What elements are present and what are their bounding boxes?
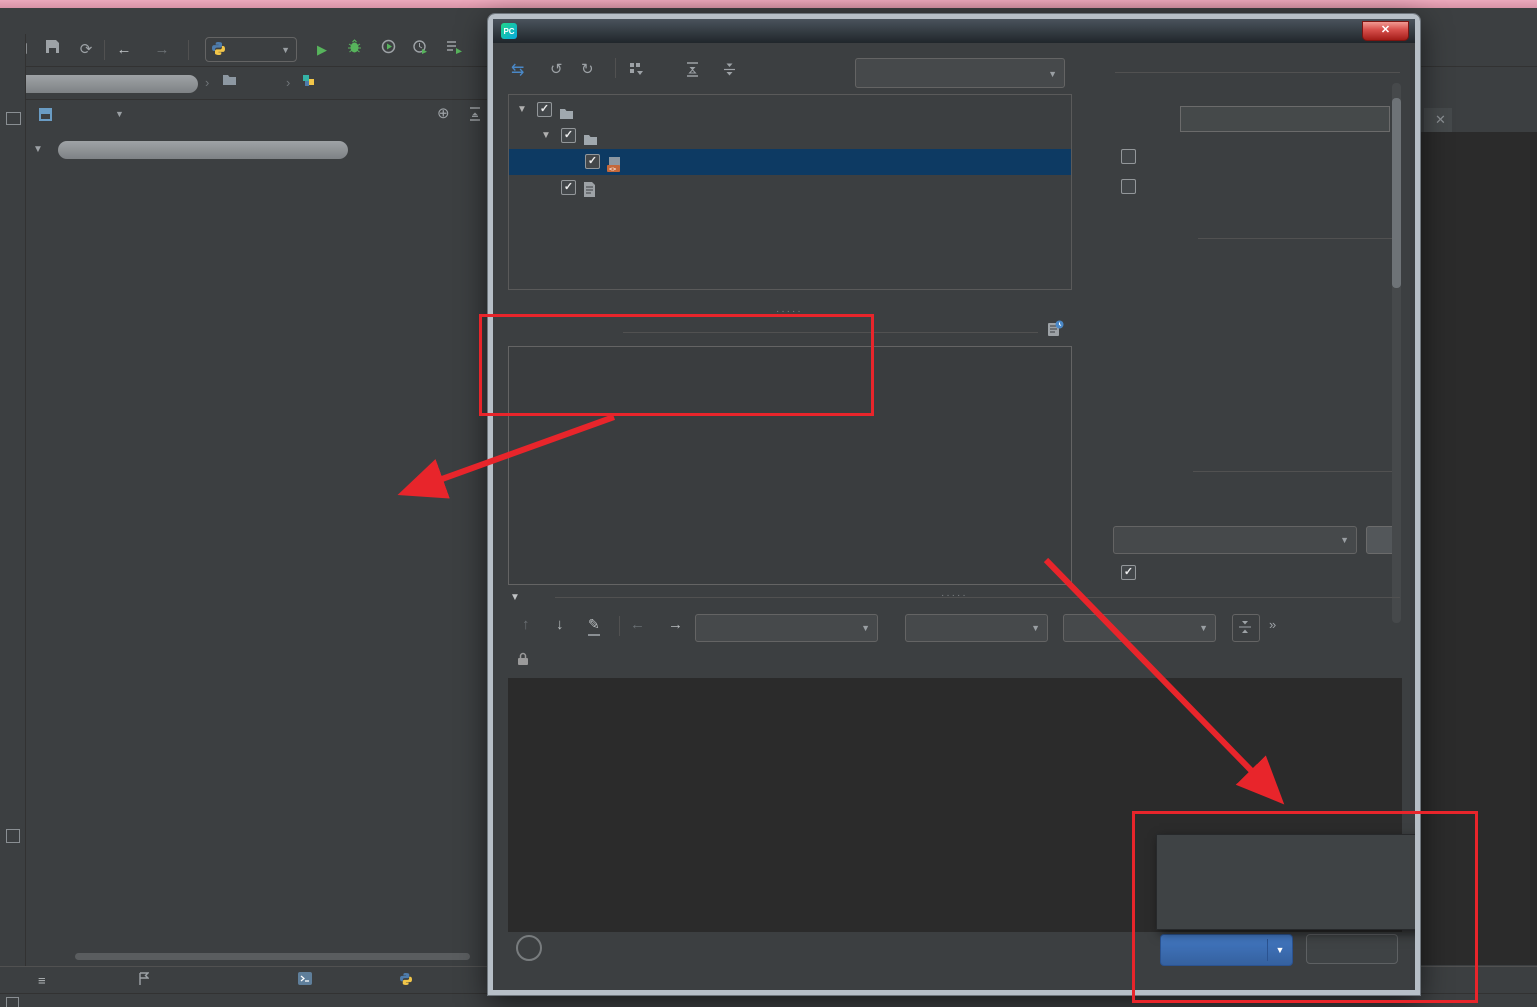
dialog-close-button[interactable]: ✕ — [1362, 21, 1409, 41]
python-console-button[interactable] — [400, 971, 418, 991]
lock-icon — [517, 652, 529, 669]
rollback-icon[interactable]: ↺ — [550, 60, 563, 78]
prev-change-icon[interactable]: ← — [630, 616, 645, 633]
root-checkbox[interactable]: ✓ — [537, 102, 552, 117]
conf-file-icon — [302, 74, 315, 90]
tree-row-idea[interactable]: ▼ ✓ — [509, 123, 1071, 149]
changelist-select[interactable]: ▼ — [855, 58, 1065, 88]
forward-icon[interactable]: → — [150, 38, 174, 62]
editor-tab-bar: ✕ — [1420, 105, 1537, 133]
project-view-icon — [38, 107, 53, 125]
upload-server-select[interactable]: ▼ — [1113, 526, 1357, 554]
gitpush-checkbox[interactable]: ✓ — [561, 180, 576, 195]
redacted-root-name — [58, 141, 348, 159]
signoff-commit-checkbox[interactable]: ✓ — [1121, 179, 1136, 194]
always-use-server-checkbox[interactable]: ✓ — [1121, 565, 1136, 580]
top-strip — [0, 0, 1537, 8]
close-icon[interactable]: ✕ — [1435, 112, 1446, 127]
python-logo-icon — [212, 42, 225, 58]
list-icon: ≡ — [38, 971, 46, 991]
editor-tab-case[interactable]: ✕ — [1424, 108, 1452, 132]
message-history-icon[interactable] — [1046, 320, 1064, 341]
version-control-button[interactable] — [138, 971, 155, 991]
expand-all-icon[interactable] — [685, 62, 700, 80]
workspace-checkbox[interactable]: ✓ — [585, 154, 600, 169]
tree-row-root[interactable]: ▼ ✓ — [509, 97, 1071, 123]
back-icon[interactable]: ← — [112, 38, 136, 62]
project-tree: ▼ — [25, 132, 488, 953]
chevron-down-icon[interactable]: ▼ — [115, 109, 124, 119]
terminal-button[interactable] — [298, 971, 318, 991]
redacted-project-name — [8, 75, 198, 93]
event-log-icon[interactable] — [6, 997, 19, 1007]
pycharm-window: ⟳ ← → ▼ ▶ › › — [0, 0, 1537, 1007]
collapse-unchanged-icon[interactable] — [1232, 614, 1260, 642]
chevrons-icon[interactable]: » — [1269, 617, 1276, 632]
group-by-icon[interactable] — [629, 62, 645, 79]
locate-icon[interactable]: ⊕ — [437, 104, 450, 122]
pycharm-logo-icon: PC — [501, 23, 517, 39]
annotation-box-commit-buttons — [1132, 811, 1478, 1003]
project-panel-header: ▼ ⊕ — [25, 100, 488, 130]
sync-icon[interactable]: ⟳ — [74, 38, 98, 62]
viewer-mode-select[interactable]: ▼ — [695, 614, 878, 642]
changed-files-tree: ▼ ✓ ▼ ✓ ✓ — [508, 94, 1072, 290]
collapse-all-icon[interactable] — [722, 62, 737, 80]
text-file-icon — [583, 180, 596, 206]
idea-checkbox[interactable]: ✓ — [561, 128, 576, 143]
dialog-title-bar[interactable]: PC ✕ — [493, 19, 1415, 43]
next-difference-icon[interactable]: ↓ — [556, 616, 564, 633]
run-icon[interactable]: ▶ — [310, 38, 334, 62]
run-with-coverage-icon[interactable] — [376, 38, 400, 62]
run-list-icon[interactable] — [442, 38, 466, 62]
whitespace-select[interactable]: ▼ — [905, 614, 1048, 642]
breadcrumb: › › — [0, 67, 488, 100]
panel-scrollbar[interactable] — [1392, 83, 1401, 623]
diff-section-toggle[interactable]: ▼ — [510, 588, 520, 603]
flag-icon — [138, 971, 149, 991]
refresh-icon[interactable]: ↻ — [581, 60, 594, 78]
run-configuration-select[interactable]: ▼ — [205, 37, 297, 62]
python-icon — [400, 971, 412, 991]
tree-row-gitpush[interactable]: ✓ — [509, 175, 1071, 201]
amend-commit-checkbox[interactable]: ✓ — [1121, 149, 1136, 164]
profiler-icon[interactable] — [408, 38, 432, 62]
chevron-down-icon: ▼ — [281, 45, 290, 55]
todo-button[interactable]: ≡ — [38, 971, 52, 991]
diff-splitter-handle[interactable]: ····· — [941, 590, 968, 601]
edit-source-icon[interactable]: ✎ — [588, 616, 600, 636]
next-change-icon[interactable]: → — [668, 616, 683, 633]
show-diff-icon[interactable]: ⇆ — [511, 60, 524, 80]
collapse-all-icon[interactable] — [468, 107, 482, 124]
annotation-box-commit-message — [479, 314, 874, 416]
terminal-icon — [298, 971, 312, 991]
tool-window-stripe: ★ — [0, 34, 26, 994]
author-input[interactable] — [1180, 106, 1390, 132]
project-root-row[interactable]: ▼ — [25, 137, 488, 163]
debug-icon[interactable] — [342, 38, 366, 62]
tree-horizontal-scrollbar[interactable] — [75, 953, 470, 960]
tree-row-workspace[interactable]: ✓ <> — [509, 149, 1071, 175]
highlight-mode-select[interactable]: ▼ — [1063, 614, 1216, 642]
project-tool-icon — [6, 112, 21, 125]
help-button[interactable] — [516, 935, 542, 961]
folder-icon — [222, 73, 237, 89]
save-icon[interactable] — [40, 38, 64, 62]
svg-text:<>: <> — [609, 166, 617, 172]
prev-difference-icon[interactable]: ↑ — [522, 616, 530, 633]
grid-icon — [6, 829, 20, 843]
